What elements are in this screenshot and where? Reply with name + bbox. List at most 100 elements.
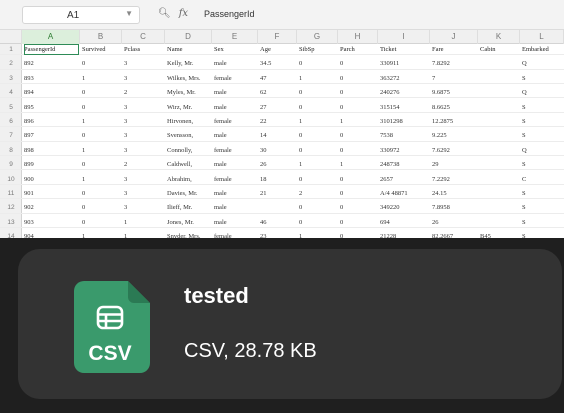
column-header-g[interactable]: G — [297, 30, 338, 44]
table-cell[interactable]: 3 — [124, 145, 164, 156]
table-cell[interactable]: S — [522, 73, 563, 84]
table-cell[interactable]: female — [214, 73, 257, 84]
row-number[interactable]: 2 — [0, 58, 22, 69]
table-cell[interactable]: A/4 48871 — [380, 188, 429, 199]
table-cell[interactable]: S — [522, 188, 563, 199]
table-cell[interactable]: S — [522, 116, 563, 127]
table-cell[interactable]: 901 — [24, 188, 79, 199]
table-cell[interactable]: 694 — [380, 217, 429, 228]
table-cell[interactable] — [480, 174, 519, 185]
table-cell[interactable]: 895 — [24, 102, 79, 113]
column-header-i[interactable]: I — [378, 30, 430, 44]
table-cell[interactable]: male — [214, 58, 257, 69]
table-cell[interactable]: male — [214, 130, 257, 141]
table-cell[interactable]: Kelly, Mr. — [167, 58, 211, 69]
row-number[interactable]: 9 — [0, 159, 22, 170]
column-header-b[interactable]: B — [80, 30, 122, 44]
table-cell[interactable]: S — [522, 202, 563, 213]
column-header-h[interactable]: H — [338, 30, 378, 44]
table-cell[interactable] — [480, 159, 519, 170]
table-cell[interactable]: 900 — [24, 174, 79, 185]
column-title-cell[interactable]: Pclass — [124, 44, 164, 55]
row-number[interactable]: 6 — [0, 116, 22, 127]
table-cell[interactable]: 894 — [24, 87, 79, 98]
column-title-cell[interactable]: Age — [260, 44, 296, 55]
table-cell[interactable]: 3 — [124, 130, 164, 141]
table-cell[interactable]: 892 — [24, 58, 79, 69]
row-number[interactable]: 10 — [0, 174, 22, 185]
table-cell[interactable]: 0 — [340, 145, 377, 156]
table-cell[interactable]: Jones, Mr. — [167, 217, 211, 228]
table-cell[interactable]: 0 — [340, 174, 377, 185]
column-header-l[interactable]: L — [520, 30, 564, 44]
table-cell[interactable]: male — [214, 188, 257, 199]
column-title-cell[interactable]: Sex — [214, 44, 257, 55]
table-cell[interactable]: Davies, Mr. — [167, 188, 211, 199]
table-cell[interactable]: 3 — [124, 202, 164, 213]
row-number[interactable]: 13 — [0, 217, 22, 228]
table-cell[interactable]: 21 — [260, 188, 296, 199]
table-cell[interactable]: 3101298 — [380, 116, 429, 127]
table-cell[interactable]: Ilieff, Mr. — [167, 202, 211, 213]
row-number[interactable]: 1 — [0, 44, 22, 55]
table-cell[interactable] — [480, 116, 519, 127]
table-cell[interactable]: 0 — [82, 217, 121, 228]
table-cell[interactable]: 0 — [82, 130, 121, 141]
column-title-cell[interactable]: Survived — [82, 44, 121, 55]
table-cell[interactable]: female — [214, 174, 257, 185]
column-header-c[interactable]: C — [122, 30, 165, 44]
table-cell[interactable]: male — [214, 217, 257, 228]
table-cell[interactable]: 24.15 — [432, 188, 477, 199]
table-cell[interactable]: 26 — [432, 217, 477, 228]
table-cell[interactable]: Wilkes, Mrs. — [167, 73, 211, 84]
column-title-cell[interactable]: Cabin — [480, 44, 519, 55]
column-title-cell[interactable]: Fare — [432, 44, 477, 55]
table-cell[interactable]: Q — [522, 58, 563, 69]
table-cell[interactable]: 0 — [340, 73, 377, 84]
table-cell[interactable]: 7538 — [380, 130, 429, 141]
table-cell[interactable]: 0 — [82, 188, 121, 199]
table-cell[interactable]: Wirz, Mr. — [167, 102, 211, 113]
table-cell[interactable]: 3 — [124, 174, 164, 185]
row-number[interactable]: 11 — [0, 188, 22, 199]
column-title-cell[interactable]: Embarked — [522, 44, 563, 55]
table-cell[interactable]: 3 — [124, 102, 164, 113]
name-box[interactable]: A1 ▼ — [22, 6, 140, 24]
table-cell[interactable]: Hirvonen, — [167, 116, 211, 127]
table-cell[interactable]: 0 — [82, 87, 121, 98]
table-cell[interactable]: 18 — [260, 174, 296, 185]
table-cell[interactable]: 1 — [299, 116, 337, 127]
table-cell[interactable]: 248738 — [380, 159, 429, 170]
table-cell[interactable]: 0 — [299, 130, 337, 141]
table-cell[interactable]: male — [214, 87, 257, 98]
table-cell[interactable]: male — [214, 202, 257, 213]
table-cell[interactable]: 240276 — [380, 87, 429, 98]
table-cell[interactable]: 7.6292 — [432, 145, 477, 156]
table-cell[interactable]: 7.8958 — [432, 202, 477, 213]
table-cell[interactable]: 0 — [340, 217, 377, 228]
table-cell[interactable]: 22 — [260, 116, 296, 127]
table-cell[interactable]: 0 — [299, 202, 337, 213]
table-cell[interactable]: 0 — [340, 58, 377, 69]
table-cell[interactable]: 363272 — [380, 73, 429, 84]
table-cell[interactable]: 0 — [340, 87, 377, 98]
table-cell[interactable]: 0 — [82, 58, 121, 69]
table-cell[interactable]: S — [522, 217, 563, 228]
table-cell[interactable]: 0 — [340, 202, 377, 213]
table-cell[interactable]: 3 — [124, 188, 164, 199]
table-cell[interactable]: 1 — [82, 116, 121, 127]
table-cell[interactable]: 3 — [124, 73, 164, 84]
column-header-k[interactable]: K — [478, 30, 520, 44]
table-cell[interactable] — [480, 202, 519, 213]
table-cell[interactable]: male — [214, 102, 257, 113]
column-header-e[interactable]: E — [212, 30, 258, 44]
table-cell[interactable]: 7.8292 — [432, 58, 477, 69]
table-cell[interactable]: female — [214, 145, 257, 156]
table-cell[interactable]: 8.6625 — [432, 102, 477, 113]
table-cell[interactable] — [480, 130, 519, 141]
table-cell[interactable]: 0 — [340, 102, 377, 113]
table-cell[interactable] — [480, 58, 519, 69]
table-cell[interactable]: 1 — [124, 217, 164, 228]
table-cell[interactable]: 30 — [260, 145, 296, 156]
table-cell[interactable]: Connolly, — [167, 145, 211, 156]
